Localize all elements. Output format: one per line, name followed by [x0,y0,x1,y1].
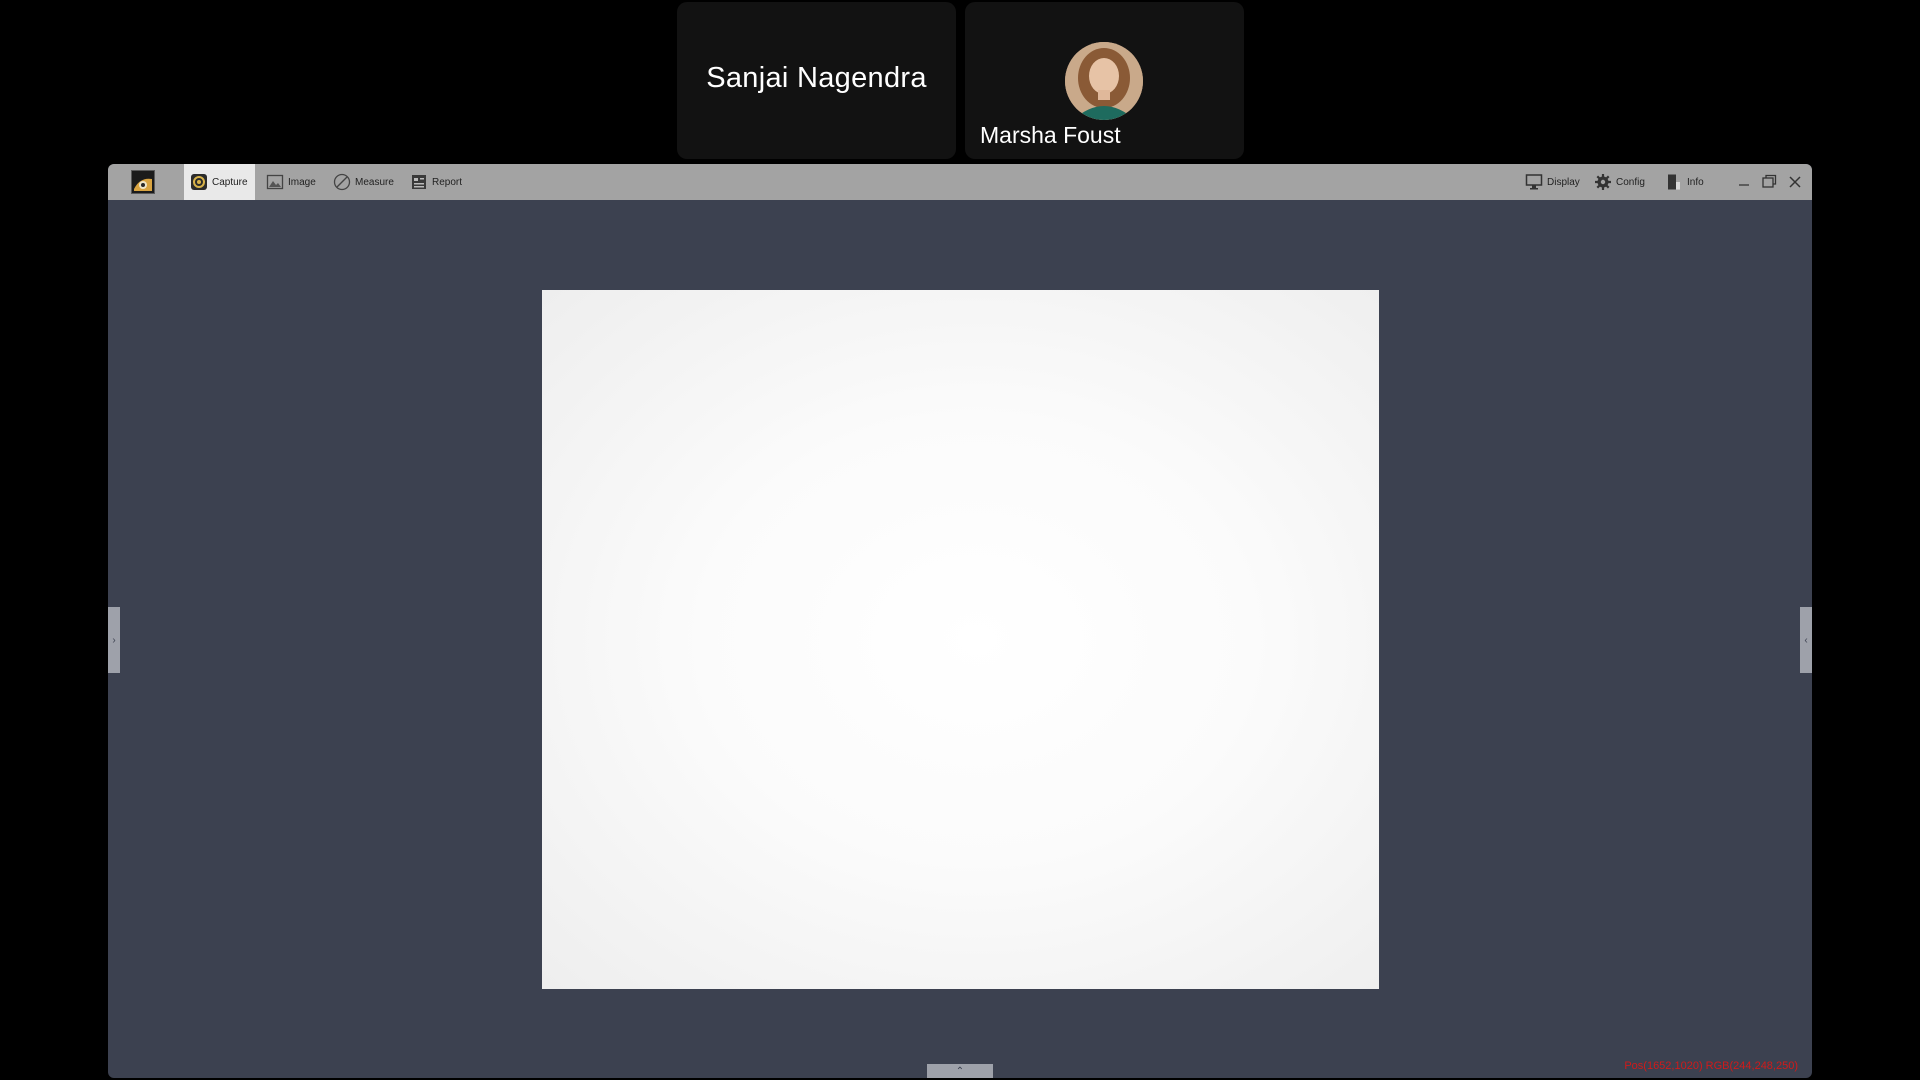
chevron-right-icon: › [112,634,116,646]
tab-report-label: Report [432,176,463,188]
tab-report[interactable]: Report [404,164,466,200]
tab-measure[interactable]: Measure [327,164,399,200]
pixel-readout: Pos(1652,1020) RGB(244,248,250) [1624,1060,1798,1072]
participant-tile-sanjai[interactable]: Sanjai Nagendra [677,2,956,159]
shared-app-window: Capture Image Measure Report Display Con… [108,164,1812,1078]
tab-capture-label: Capture [212,176,248,188]
minimize-icon[interactable] [1734,172,1754,192]
tab-image-label: Image [288,176,316,188]
right-panel-toggle[interactable]: ‹ [1800,607,1812,673]
captured-image-canvas[interactable] [542,290,1379,989]
participant-name: Sanjai Nagendra [706,62,927,94]
close-icon[interactable] [1785,172,1805,192]
participant-name: Marsha Foust [980,122,1121,148]
left-panel-toggle[interactable]: › [108,607,120,673]
report-icon [410,173,428,191]
display-button[interactable]: Display [1519,164,1581,200]
display-button-label: Display [1547,176,1580,188]
avatar [1065,42,1143,120]
monitor-icon [1525,173,1543,191]
participant-tile-marsha[interactable]: Marsha Foust [965,2,1244,159]
image-icon [266,173,284,191]
bottom-panel-toggle[interactable]: ⌃ [927,1064,993,1078]
restore-icon[interactable] [1759,172,1779,192]
chevron-up-icon: ⌃ [955,1065,965,1077]
app-toolbar: Capture Image Measure Report Display Con… [108,164,1812,200]
config-button[interactable]: Config [1588,164,1650,200]
tab-image[interactable]: Image [260,164,322,200]
info-icon [1665,173,1683,191]
measure-icon [333,173,351,191]
capture-icon [190,173,208,191]
info-button[interactable]: Info [1659,164,1709,200]
tab-capture[interactable]: Capture [184,164,255,200]
tab-measure-label: Measure [355,176,394,188]
info-button-label: Info [1687,176,1704,188]
config-button-label: Config [1616,176,1645,188]
gear-icon [1594,173,1612,191]
chevron-left-icon: ‹ [1804,634,1808,646]
app-logo-icon[interactable] [131,170,155,194]
